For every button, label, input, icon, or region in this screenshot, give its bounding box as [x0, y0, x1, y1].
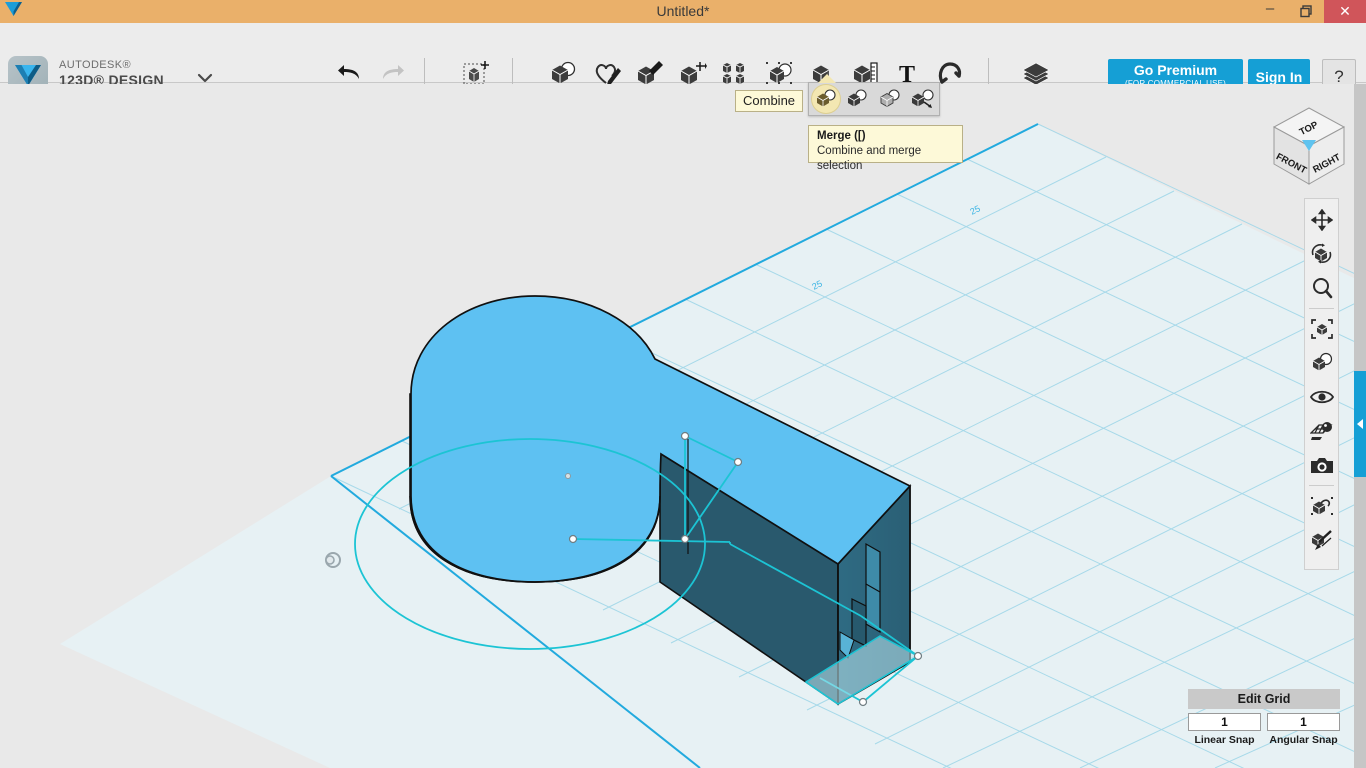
linear-snap-field: 1 Linear Snap [1188, 713, 1261, 746]
tooltip-description: Combine and merge selection [817, 144, 954, 174]
visibility-tool[interactable] [1305, 380, 1338, 414]
combine-flyout-menu [808, 82, 940, 116]
close-button[interactable]: ✕ [1324, 0, 1366, 23]
navbar-divider [1309, 308, 1334, 309]
tooltip-title: Merge ([) [817, 129, 954, 144]
chevron-down-icon[interactable] [197, 71, 213, 83]
angular-snap-input[interactable]: 1 [1267, 713, 1340, 731]
toolbar-separator [424, 58, 425, 86]
flyout-pointer [818, 74, 836, 83]
grid-display-tool[interactable] [1305, 414, 1338, 448]
3d-scene: 25 25 25 [0, 84, 1366, 768]
window-controls: – ✕ [1252, 0, 1366, 23]
angular-snap-field: 1 Angular Snap [1267, 713, 1340, 746]
subtract-item[interactable] [841, 83, 874, 115]
view-style-tool[interactable] [1305, 346, 1338, 380]
window-title: Untitled* [0, 0, 1366, 23]
merge-tooltip: Merge ([) Combine and merge selection [808, 125, 963, 163]
view-cube[interactable]: TOP FRONT RIGHT [1262, 100, 1357, 195]
edit-grid-panel: Edit Grid 1 Linear Snap 1 Angular Snap [1188, 689, 1340, 746]
minimize-button[interactable]: – [1252, 0, 1288, 23]
combine-group-label: Combine [735, 90, 803, 112]
edit-grid-title[interactable]: Edit Grid [1188, 689, 1340, 709]
navbar-divider [1309, 485, 1334, 486]
angular-snap-label: Angular Snap [1267, 734, 1340, 746]
measure-snap-tool[interactable] [1305, 523, 1338, 557]
toolbar-separator [512, 58, 513, 86]
navigation-toolbar [1304, 198, 1339, 570]
restore-button[interactable] [1288, 0, 1324, 23]
window-title-bar: Untitled* – ✕ [0, 0, 1366, 23]
merge-item[interactable] [811, 84, 841, 114]
orbit-tool[interactable] [1305, 237, 1338, 271]
snapshot-tool[interactable] [1305, 448, 1338, 482]
toolbar-separator [988, 58, 989, 86]
brand-line-1: AUTODESK® [59, 59, 164, 72]
linear-snap-input[interactable]: 1 [1188, 713, 1261, 731]
smart-scale-tool[interactable] [1305, 489, 1338, 523]
zoom-tool[interactable] [1305, 271, 1338, 305]
autodesk-mark-icon [0, 0, 26, 23]
chevron-left-icon [1356, 418, 1364, 430]
intersect-item[interactable] [874, 83, 907, 115]
main-toolbar: AUTODESK® 123D® DESIGN [0, 23, 1366, 83]
split-item[interactable] [906, 83, 939, 115]
fit-view-tool[interactable] [1305, 312, 1338, 346]
right-panel-toggle[interactable] [1354, 371, 1366, 477]
go-premium-label: Go Premium [1108, 62, 1243, 78]
linear-snap-label: Linear Snap [1188, 734, 1261, 746]
pan-tool[interactable] [1305, 203, 1338, 237]
viewport-canvas[interactable]: 25 25 25 [0, 84, 1366, 768]
